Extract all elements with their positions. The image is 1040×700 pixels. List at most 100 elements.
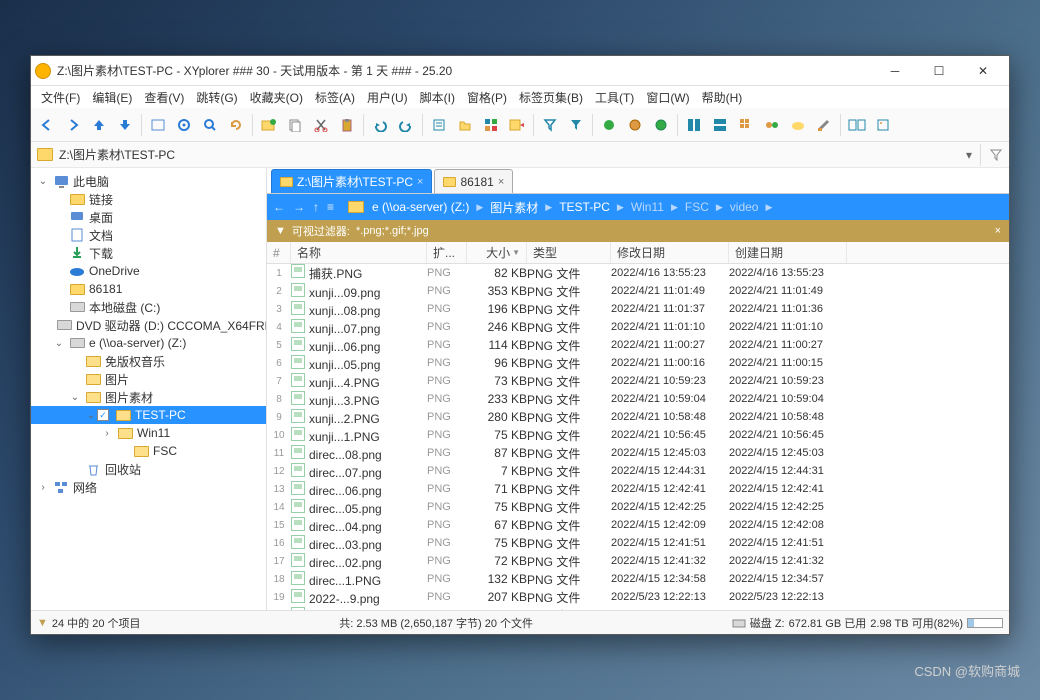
bc-seg-dim[interactable]: video: [730, 200, 759, 214]
back-icon[interactable]: [35, 113, 59, 137]
forward-icon[interactable]: [61, 113, 85, 137]
tree-item[interactable]: 文档: [31, 226, 266, 244]
find-icon[interactable]: [198, 113, 222, 137]
menu-item[interactable]: 窗口(W): [640, 87, 695, 108]
tab[interactable]: 86181×: [434, 169, 513, 193]
layout2-icon[interactable]: [708, 113, 732, 137]
bc-forward-icon[interactable]: →: [293, 200, 305, 214]
tree-expand-icon[interactable]: ⌄: [53, 338, 65, 349]
menu-item[interactable]: 工具(T): [589, 87, 640, 108]
pills-icon[interactable]: [760, 113, 784, 137]
file-row[interactable]: 7xunji...4.PNGPNG73 KBPNG 文件2022/4/21 10…: [267, 372, 1009, 390]
filter2-icon[interactable]: [564, 113, 588, 137]
bc-seg[interactable]: TEST-PC: [559, 200, 610, 214]
brush-icon[interactable]: [812, 113, 836, 137]
bc-up-icon[interactable]: ↑: [313, 200, 319, 214]
tree-item[interactable]: DVD 驱动器 (D:) CCCOMA_X64FRE_ZH-C: [31, 316, 266, 334]
bc-root[interactable]: e (\\oa-server) (Z:): [372, 200, 469, 214]
file-row[interactable]: 10xunji...1.PNGPNG75 KBPNG 文件2022/4/21 1…: [267, 426, 1009, 444]
bc-back-icon[interactable]: ←: [273, 200, 285, 214]
menu-item[interactable]: 帮助(H): [696, 87, 749, 108]
menu-item[interactable]: 窗格(P): [461, 87, 513, 108]
newfolder-icon[interactable]: [257, 113, 281, 137]
file-row[interactable]: 1捕获.PNGPNG82 KBPNG 文件2022/4/16 13:55:232…: [267, 264, 1009, 282]
menu-item[interactable]: 标签(A): [309, 87, 361, 108]
layout1-icon[interactable]: [682, 113, 706, 137]
file-row[interactable]: 192022-...9.pngPNG207 KBPNG 文件2022/5/23 …: [267, 588, 1009, 606]
preview-icon[interactable]: [871, 113, 895, 137]
titlebar[interactable]: Z:\图片素材\TEST-PC - XYplorer ### 30 - 天试用版…: [31, 56, 1009, 86]
file-row[interactable]: 11direc...08.pngPNG87 KBPNG 文件2022/4/15 …: [267, 444, 1009, 462]
tree-item[interactable]: ⌄图片素材: [31, 388, 266, 406]
menu-item[interactable]: 编辑(E): [86, 87, 138, 108]
close-icon[interactable]: ×: [498, 176, 504, 188]
col-numhdr[interactable]: #: [267, 242, 291, 263]
tree-item[interactable]: 免版权音乐: [31, 352, 266, 370]
maximize-button[interactable]: ☐: [917, 57, 961, 85]
properties-icon[interactable]: [427, 113, 451, 137]
file-row[interactable]: 2xunji...09.pngPNG353 KBPNG 文件2022/4/21 …: [267, 282, 1009, 300]
file-row[interactable]: 12direc...07.pngPNG7 KBPNG 文件2022/4/15 1…: [267, 462, 1009, 480]
menu-item[interactable]: 查看(V): [138, 87, 190, 108]
open-icon[interactable]: [453, 113, 477, 137]
file-row[interactable]: 9xunji...2.PNGPNG280 KBPNG 文件2022/4/21 1…: [267, 408, 1009, 426]
stop-icon[interactable]: [623, 113, 647, 137]
col-mod[interactable]: 修改日期: [611, 242, 729, 263]
view-icon[interactable]: [146, 113, 170, 137]
tree-item[interactable]: 本地磁盘 (C:): [31, 298, 266, 316]
col-create[interactable]: 创建日期: [729, 242, 847, 263]
file-row[interactable]: 14direc...05.pngPNG75 KBPNG 文件2022/4/15 …: [267, 498, 1009, 516]
tab[interactable]: Z:\图片素材\TEST-PC×: [271, 169, 432, 193]
close-filter-icon[interactable]: ×: [995, 225, 1001, 237]
tree-item[interactable]: 下载: [31, 244, 266, 262]
tree-item[interactable]: 回收站: [31, 460, 266, 478]
col-ext[interactable]: 扩...: [427, 242, 467, 263]
cut-icon[interactable]: [309, 113, 333, 137]
tree-item[interactable]: ⌄此电脑: [31, 172, 266, 190]
file-row[interactable]: 3xunji...08.pngPNG196 KBPNG 文件2022/4/21 …: [267, 300, 1009, 318]
tag-grid-icon[interactable]: [479, 113, 503, 137]
tree-item[interactable]: FSC: [31, 442, 266, 460]
file-row[interactable]: 13direc...06.pngPNG71 KBPNG 文件2022/4/15 …: [267, 480, 1009, 498]
favorites-icon[interactable]: [172, 113, 196, 137]
file-row[interactable]: 5xunji...06.pngPNG114 KBPNG 文件2022/4/21 …: [267, 336, 1009, 354]
sync-icon[interactable]: [597, 113, 621, 137]
bc-seg-dim[interactable]: FSC: [685, 200, 709, 214]
menu-item[interactable]: 收藏夹(O): [244, 87, 309, 108]
col-name[interactable]: 名称: [291, 242, 427, 263]
menu-item[interactable]: 文件(F): [35, 87, 86, 108]
folder-tree[interactable]: ⌄此电脑链接桌面文档下载OneDrive86181本地磁盘 (C:)DVD 驱动…: [31, 168, 267, 610]
col-type[interactable]: 类型: [527, 242, 611, 263]
filterbar-icon[interactable]: [989, 148, 1003, 162]
tree-item[interactable]: 链接: [31, 190, 266, 208]
paste-icon[interactable]: [335, 113, 359, 137]
tree-expand-icon[interactable]: ›: [101, 428, 113, 439]
star-icon[interactable]: [649, 113, 673, 137]
col-size[interactable]: 大小▼: [467, 242, 527, 263]
file-list[interactable]: 1捕获.PNGPNG82 KBPNG 文件2022/4/16 13:55:232…: [267, 264, 1009, 610]
file-row[interactable]: 4xunji...07.pngPNG246 KBPNG 文件2022/4/21 …: [267, 318, 1009, 336]
close-icon[interactable]: ×: [417, 176, 423, 188]
refresh-icon[interactable]: [224, 113, 248, 137]
menu-item[interactable]: 标签页集(B): [513, 87, 589, 108]
checkbox-icon[interactable]: ✓: [97, 409, 109, 421]
undo-icon[interactable]: [368, 113, 392, 137]
tree-item[interactable]: ›Win11: [31, 424, 266, 442]
close-button[interactable]: ✕: [961, 57, 1005, 85]
tree-item[interactable]: OneDrive: [31, 262, 266, 280]
tree-expand-icon[interactable]: ›: [37, 482, 49, 493]
tag-icon[interactable]: [505, 113, 529, 137]
grid-icon[interactable]: [734, 113, 758, 137]
up-icon[interactable]: [87, 113, 111, 137]
redo-icon[interactable]: [394, 113, 418, 137]
tree-item[interactable]: ⌄e (\\oa-server) (Z:): [31, 334, 266, 352]
tree-item[interactable]: ⌄✓TEST-PC: [31, 406, 266, 424]
tree-expand-icon[interactable]: ⌄: [85, 410, 97, 421]
tree-item[interactable]: 桌面: [31, 208, 266, 226]
bc-menu-icon[interactable]: ≡: [327, 200, 334, 214]
down-icon[interactable]: [113, 113, 137, 137]
filter-icon[interactable]: [538, 113, 562, 137]
menu-item[interactable]: 脚本(I): [414, 87, 461, 108]
cloud-icon[interactable]: [786, 113, 810, 137]
file-row[interactable]: 16direc...03.pngPNG75 KBPNG 文件2022/4/15 …: [267, 534, 1009, 552]
